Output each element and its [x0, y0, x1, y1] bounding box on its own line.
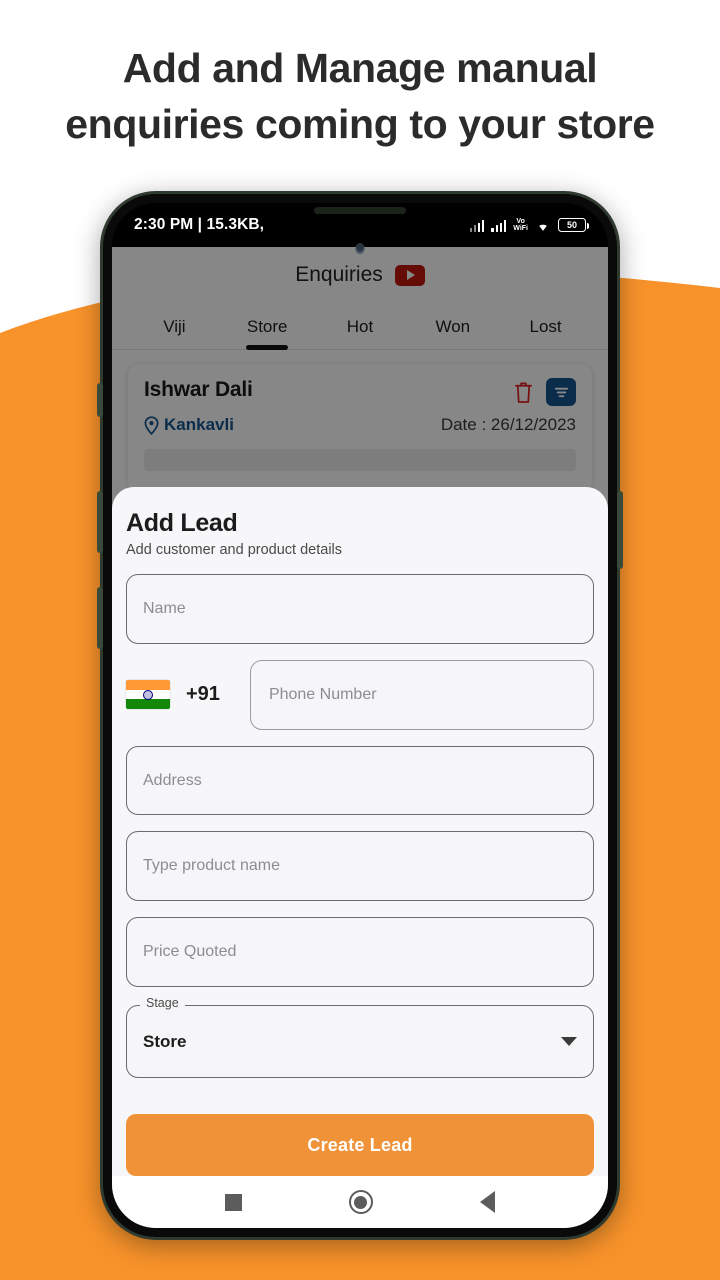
product-input-placeholder: Type product name: [143, 857, 280, 875]
country-code[interactable]: +91: [186, 683, 220, 706]
name-input-placeholder: Name: [143, 599, 186, 617]
earpiece-speaker-icon: [314, 207, 406, 214]
stage-select-value: Store: [143, 1031, 187, 1051]
battery-icon: 50: [558, 218, 589, 232]
phone-mockup: 2:30 PM | 15.3KB, Vo WiFi 50 Enquiries V…: [97, 191, 623, 1240]
front-camera-icon: [355, 243, 365, 254]
headline-line-1: Add and Manage manual: [122, 45, 598, 91]
create-lead-button[interactable]: Create Lead: [126, 1114, 594, 1177]
sheet-title: Add Lead: [126, 509, 238, 537]
vowifi-line-2: WiFi: [513, 225, 528, 232]
phone-volume-down-button: [97, 587, 103, 649]
stage-select[interactable]: Stage Store: [126, 995, 594, 1079]
page-headline: Add and Manage manual enquiries coming t…: [0, 40, 720, 152]
wifi-icon: [539, 224, 547, 231]
square-recents-icon[interactable]: [225, 1193, 243, 1211]
sheet-subtitle: Add customer and product details: [126, 542, 343, 558]
product-name-input[interactable]: Type product name: [126, 831, 594, 902]
create-lead-label: Create Lead: [307, 1134, 413, 1155]
triangle-back-icon[interactable]: [479, 1191, 495, 1213]
signal-bars-sim1-icon: [469, 219, 485, 232]
address-input[interactable]: Address: [126, 745, 594, 816]
stage-select-label: Stage: [140, 995, 185, 1010]
name-input[interactable]: Name: [126, 574, 594, 644]
stage-select-box[interactable]: Store: [126, 1004, 594, 1079]
circle-home-icon[interactable]: [348, 1190, 373, 1214]
battery-level: 50: [566, 220, 577, 230]
phone-power-button: [617, 491, 623, 569]
vowifi-icon: Vo WiFi: [513, 218, 528, 233]
phone-screen: 2:30 PM | 15.3KB, Vo WiFi 50 Enquiries V…: [112, 203, 608, 1228]
android-nav-bar: [112, 1176, 608, 1228]
phone-input-placeholder: Phone Number: [268, 685, 377, 703]
status-bar-indicators: Vo WiFi 50: [469, 218, 589, 233]
add-lead-sheet: Add Lead Add customer and product detail…: [112, 487, 608, 1177]
phone-side-button-1: [97, 383, 103, 417]
price-input-placeholder: Price Quoted: [143, 942, 237, 960]
chevron-down-icon: [561, 1037, 577, 1046]
india-flag-icon: [126, 680, 170, 710]
phone-volume-up-button: [97, 491, 103, 553]
phone-number-input[interactable]: Phone Number: [249, 659, 594, 730]
signal-bars-sim2-icon: [491, 219, 507, 232]
headline-line-2: enquiries coming to your store: [65, 101, 655, 147]
address-input-placeholder: Address: [143, 771, 202, 789]
status-bar-time: 2:30 PM | 15.3KB,: [134, 216, 265, 233]
vowifi-line-1: Vo: [516, 217, 525, 225]
screenshot-root: Add and Manage manual enquiries coming t…: [0, 0, 720, 1280]
price-quoted-input[interactable]: Price Quoted: [126, 917, 594, 987]
phone-row: +91 Phone Number: [126, 659, 594, 730]
